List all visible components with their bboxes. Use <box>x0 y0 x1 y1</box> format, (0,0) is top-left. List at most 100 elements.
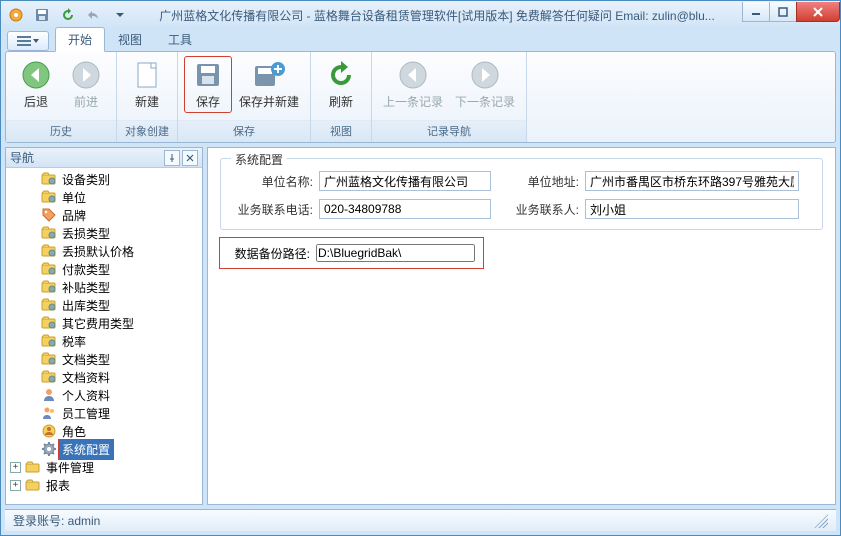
nav-tree[interactable]: 设备类别单位品牌丢损类型丢损默认价格付款类型补贴类型出库类型其它费用类型税率文档… <box>6 168 202 504</box>
save-new-button[interactable]: 保存并新建 <box>234 56 304 113</box>
folder-gear-icon <box>41 369 57 385</box>
company-input[interactable] <box>319 171 491 191</box>
backup-path-highlight: 数据备份路径: <box>220 238 483 268</box>
tree-node[interactable]: +事件管理 <box>8 458 202 476</box>
prev-record-button[interactable]: 上一条记录 <box>378 56 448 113</box>
next-record-button[interactable]: 下一条记录 <box>450 56 520 113</box>
tree-node-label: 角色 <box>59 422 89 441</box>
app-menu-button[interactable] <box>7 31 49 51</box>
quick-access-toolbar <box>5 4 131 26</box>
maximize-button[interactable] <box>769 2 797 22</box>
role-icon <box>41 423 57 439</box>
contact-label: 业务联系人: <box>497 201 579 218</box>
phone-input[interactable] <box>319 199 491 219</box>
tree-node[interactable]: 个人资料 <box>24 386 202 404</box>
tree-node-label: 文档类型 <box>59 350 113 369</box>
tab-start[interactable]: 开始 <box>55 27 105 52</box>
nav-pin-button[interactable] <box>164 150 180 166</box>
address-input[interactable] <box>585 171 799 191</box>
tree-node[interactable]: 单位 <box>24 188 202 206</box>
folder-gear-icon <box>41 315 57 331</box>
qat-save-button[interactable] <box>31 4 53 26</box>
tab-view[interactable]: 视图 <box>105 27 155 51</box>
tree-expander <box>26 264 37 275</box>
refresh-button[interactable]: 刷新 <box>317 56 365 113</box>
folder-gear-icon <box>41 189 57 205</box>
resize-grip-icon[interactable] <box>814 514 828 528</box>
tree-expander <box>26 354 37 365</box>
status-text: 登录账号: admin <box>13 512 100 529</box>
tree-node-label: 设备类别 <box>59 170 113 189</box>
tree-node[interactable]: 补贴类型 <box>24 278 202 296</box>
backup-input[interactable] <box>316 244 475 262</box>
tree-node-label: 出库类型 <box>59 296 113 315</box>
folder-gear-icon <box>41 333 57 349</box>
tree-node[interactable]: 出库类型 <box>24 296 202 314</box>
tree-node[interactable]: 系统配置 <box>24 440 202 458</box>
back-button[interactable]: 后退 <box>12 56 60 113</box>
tree-expander <box>26 228 37 239</box>
new-icon <box>133 60 161 90</box>
qat-refresh-button[interactable] <box>57 4 79 26</box>
qat-undo-button[interactable] <box>83 4 105 26</box>
maximize-icon <box>778 7 788 17</box>
tree-node[interactable]: 丢损类型 <box>24 224 202 242</box>
tree-node[interactable]: 品牌 <box>24 206 202 224</box>
tree-node[interactable]: 角色 <box>24 422 202 440</box>
titlebar: 广州蓝格文化传播有限公司 - 蓝格舞台设备租赁管理软件[试用版本] 免费解答任何… <box>1 1 840 29</box>
ribbon: 后退 前进 历史 新建 对象创建 保存 <box>5 51 836 143</box>
folder-gear-icon <box>41 171 57 187</box>
tab-tools[interactable]: 工具 <box>155 27 205 51</box>
ribbon-group-view: 刷新 视图 <box>311 52 372 142</box>
close-icon <box>186 154 194 162</box>
tree-node[interactable]: 文档类型 <box>24 350 202 368</box>
app-icon[interactable] <box>5 4 27 26</box>
backup-label: 数据备份路径: <box>228 245 310 262</box>
nav-close-button[interactable] <box>182 150 198 166</box>
qat-dropdown-button[interactable] <box>109 4 131 26</box>
refresh-green-icon <box>60 7 76 23</box>
ribbon-group-label: 记录导航 <box>372 120 526 142</box>
forward-button[interactable]: 前进 <box>62 56 110 113</box>
ribbon-group-label: 视图 <box>311 120 371 142</box>
tree-node-label: 单位 <box>59 188 89 207</box>
tree-expander[interactable]: + <box>10 480 21 491</box>
company-label: 单位名称: <box>231 173 313 190</box>
tree-node[interactable]: 税率 <box>24 332 202 350</box>
tree-node[interactable]: 设备类别 <box>24 170 202 188</box>
tree-expander <box>26 318 37 329</box>
close-button[interactable] <box>796 2 840 22</box>
ribbon-group-save: 保存 保存并新建 保存 <box>178 52 311 142</box>
tree-expander <box>26 372 37 383</box>
phone-label: 业务联系电话: <box>231 201 313 218</box>
close-icon <box>812 6 824 18</box>
contact-input[interactable] <box>585 199 799 219</box>
tree-expander <box>26 192 37 203</box>
tree-node[interactable]: 员工管理 <box>24 404 202 422</box>
status-bar: 登录账号: admin <box>5 509 836 531</box>
system-config-group: 系统配置 单位名称: 单位地址: 业务联系电话: 业务联系人: <box>220 158 823 230</box>
gear-icon <box>41 441 57 457</box>
save-button[interactable]: 保存 <box>184 56 232 113</box>
tree-expander <box>26 390 37 401</box>
nav-panel: 导航 设备类别单位品牌丢损类型丢损默认价格付款类型补贴类型出库类型其它费用类型税… <box>5 147 203 505</box>
disk-icon <box>34 7 50 23</box>
minimize-button[interactable] <box>742 2 770 22</box>
tree-node-label: 系统配置 <box>59 440 113 459</box>
tree-node-label: 丢损类型 <box>59 224 113 243</box>
tree-expander[interactable]: + <box>10 462 21 473</box>
folder-gear-icon <box>41 225 57 241</box>
undo-icon <box>86 7 102 23</box>
tree-node[interactable]: 其它费用类型 <box>24 314 202 332</box>
tree-node[interactable]: 丢损默认价格 <box>24 242 202 260</box>
tree-expander <box>26 426 37 437</box>
save-icon <box>193 60 223 90</box>
ribbon-group-history: 后退 前进 历史 <box>6 52 117 142</box>
folder-gear-icon <box>41 351 57 367</box>
folder-icon <box>25 477 41 493</box>
tree-node[interactable]: 文档资料 <box>24 368 202 386</box>
nav-title: 导航 <box>10 149 34 166</box>
new-button[interactable]: 新建 <box>123 56 171 113</box>
tree-node[interactable]: +报表 <box>8 476 202 494</box>
tree-node[interactable]: 付款类型 <box>24 260 202 278</box>
